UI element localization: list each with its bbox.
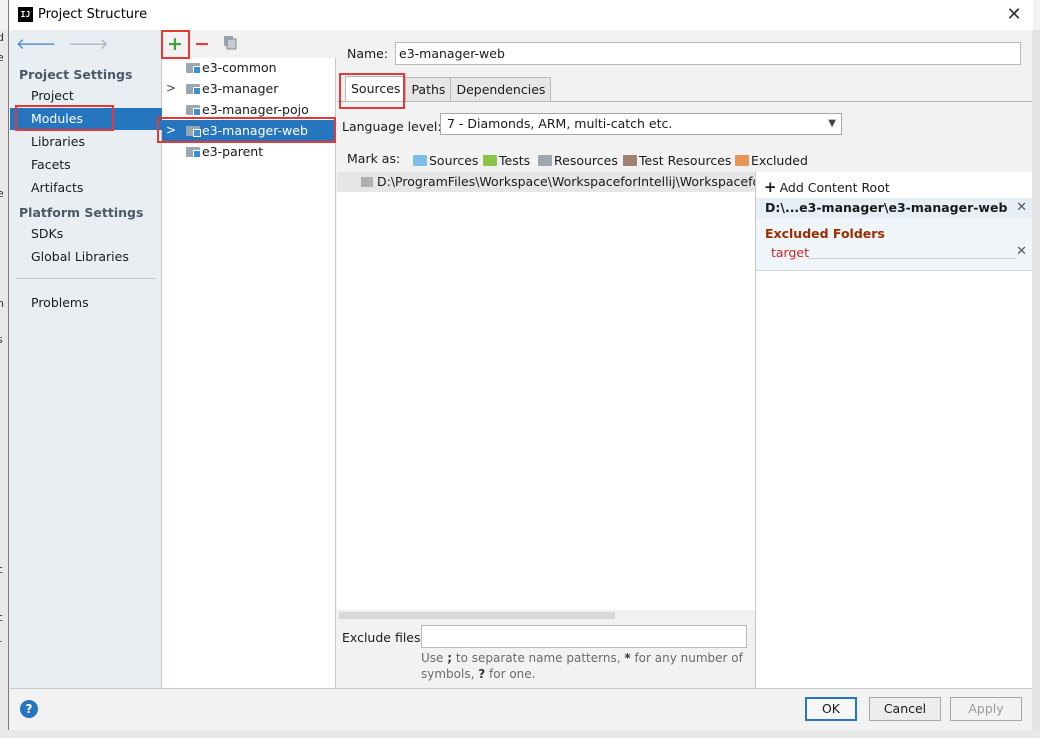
sidebar-divider	[16, 278, 156, 279]
apply-button[interactable]: Apply	[950, 697, 1022, 721]
language-level-select[interactable]: 7 - Diamonds, ARM, multi-catch etc. ▼	[440, 113, 842, 135]
platform-settings-header: Platform Settings	[19, 205, 144, 220]
forward-arrow-icon[interactable]: 🡒	[68, 37, 108, 52]
folder-icon	[361, 177, 373, 187]
excluded-folders-box: Excluded Folders target ✕	[756, 218, 1032, 270]
dialog-buttons-bar: ? OK Cancel Apply	[10, 688, 1032, 732]
excluded-folder-icon	[735, 155, 749, 166]
sidebar-item-problems[interactable]: Problems	[10, 292, 162, 314]
highlight-add-button	[161, 30, 190, 59]
divider	[808, 258, 1016, 259]
copy-module-icon[interactable]	[220, 34, 240, 54]
exclude-files-input[interactable]	[421, 625, 747, 648]
sources-folder-icon	[413, 155, 427, 166]
tab-divider	[337, 101, 1032, 102]
sidebar-item-facets[interactable]: Facets	[10, 154, 162, 176]
test-resources-folder-icon	[623, 155, 637, 166]
background-status-strip	[0, 730, 1040, 738]
close-icon[interactable]: ✕	[1003, 4, 1025, 26]
help-icon[interactable]: ?	[20, 700, 38, 718]
mark-test-resources-button[interactable]: Test Resources	[623, 153, 731, 168]
expand-arrow-icon[interactable]: >	[166, 78, 176, 99]
name-label: Name:	[347, 46, 389, 61]
mark-excluded-label: Excluded	[751, 153, 808, 168]
tab-dependencies[interactable]: Dependencies	[450, 77, 552, 101]
hint-text: Use	[421, 651, 448, 665]
excluded-folders-header: Excluded Folders	[765, 226, 885, 241]
cancel-button[interactable]: Cancel	[869, 697, 941, 721]
sidebar-item-artifacts[interactable]: Artifacts	[10, 177, 162, 199]
screen: deensccr IJ Project Structure ✕ 🡐 🡒 Proj…	[0, 0, 1040, 738]
mark-sources-button[interactable]: Sources	[413, 153, 478, 168]
content-root-tree: D:\ProgramFiles\Workspace\WorkspaceforIn…	[337, 172, 755, 620]
back-arrow-icon[interactable]: 🡐	[16, 37, 56, 52]
sidebar-item-libraries[interactable]: Libraries	[10, 131, 162, 153]
highlight-sources-tab	[339, 73, 405, 109]
hint-text: for one.	[485, 667, 536, 681]
mark-as-label: Mark as:	[347, 151, 401, 166]
module-folder-icon	[186, 63, 201, 74]
content-root-row[interactable]: D:\ProgramFiles\Workspace\WorkspaceforIn…	[337, 172, 755, 192]
intellij-icon: IJ	[18, 7, 33, 22]
project-settings-header: Project Settings	[19, 67, 133, 82]
background-right-strip	[1032, 30, 1040, 730]
module-label: e3-manager	[202, 81, 279, 96]
add-content-root-button[interactable]: + Add Content Root	[764, 178, 890, 196]
module-label: e3-common	[202, 60, 277, 75]
sidebar-item-project[interactable]: Project	[10, 85, 162, 107]
tab-paths[interactable]: Paths	[405, 77, 452, 101]
mark-excluded-button[interactable]: Excluded	[735, 153, 808, 168]
module-folder-icon	[186, 147, 201, 158]
module-folder-icon	[186, 105, 201, 116]
language-level-label: Language level:	[342, 119, 442, 134]
module-details: Name: e3-manager-web Sources Paths Depen…	[337, 30, 1032, 688]
module-label: e3-parent	[202, 144, 264, 159]
sidebar-item-sdks[interactable]: SDKs	[10, 223, 162, 245]
window-title: Project Structure	[38, 7, 148, 22]
mark-tests-label: Tests	[499, 153, 531, 168]
module-e3-parent[interactable]: e3-parent	[162, 141, 336, 162]
language-level-value: 7 - Diamonds, ARM, multi-catch etc.	[447, 116, 673, 131]
highlight-modules-item	[15, 105, 114, 131]
exclude-files-label: Exclude files:	[342, 630, 425, 645]
project-structure-dialog: IJ Project Structure ✕ 🡐 🡒 Project Setti…	[8, 0, 1033, 732]
ok-button[interactable]: OK	[805, 697, 857, 721]
mark-resources-button[interactable]: Resources	[538, 153, 618, 168]
mark-resources-label: Resources	[554, 153, 618, 168]
content-root-path: D:\ProgramFiles\Workspace\WorkspaceforIn…	[377, 174, 755, 189]
chevron-down-icon: ▼	[828, 118, 836, 129]
module-e3-common[interactable]: e3-common	[162, 57, 336, 78]
content-root-name: D:\...e3-manager\e3-manager-web	[765, 200, 1008, 215]
remove-root-icon[interactable]: ✕	[1016, 198, 1027, 218]
divider	[756, 270, 1032, 271]
tests-folder-icon	[483, 155, 497, 166]
horizontal-scrollbar[interactable]	[337, 610, 755, 620]
content-root-panel: + Add Content Root D:\...e3-manager\e3-ma…	[755, 172, 1032, 688]
nav-arrows: 🡐 🡒	[16, 37, 108, 52]
mark-test-resources-label: Test Resources	[639, 153, 732, 168]
remove-excluded-icon[interactable]: ✕	[1016, 244, 1027, 259]
module-name-input[interactable]: e3-manager-web	[395, 42, 1021, 65]
plus-icon: +	[764, 178, 777, 196]
hint-text: to separate name patterns,	[452, 651, 625, 665]
excluded-folder-item[interactable]: target	[771, 245, 809, 260]
add-content-root-label: Add Content Root	[779, 180, 890, 195]
title-bar: IJ Project Structure ✕	[9, 0, 1033, 30]
mark-tests-button[interactable]: Tests	[483, 153, 530, 168]
scrollbar-thumb[interactable]	[339, 612, 615, 619]
mark-sources-label: Sources	[429, 153, 479, 168]
resources-folder-icon	[538, 155, 552, 166]
highlight-selected-module	[157, 117, 336, 143]
module-e3-manager[interactable]: > e3-manager	[162, 78, 336, 99]
content-root-header: D:\...e3-manager\e3-manager-web ✕	[756, 198, 1032, 218]
module-folder-icon	[186, 84, 201, 95]
sidebar-item-global-libraries[interactable]: Global Libraries	[10, 246, 162, 268]
remove-module-icon[interactable]: −	[192, 34, 212, 54]
exclude-files-hint: Use ; to separate name patterns, * for a…	[421, 650, 751, 682]
